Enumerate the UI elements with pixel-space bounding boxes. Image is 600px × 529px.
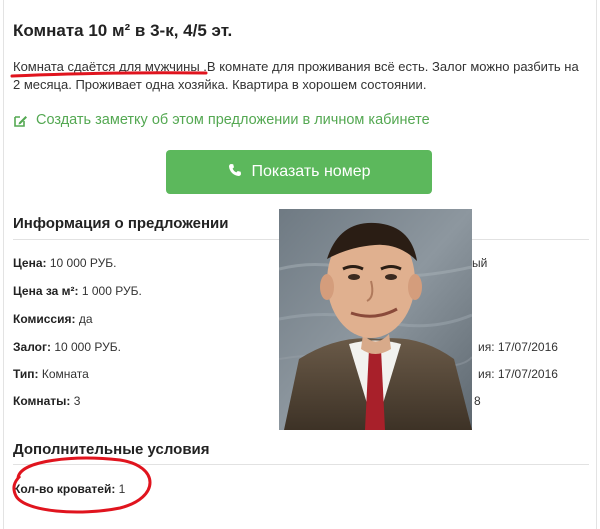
- info-value: 1: [115, 482, 126, 496]
- info-label: Цена за м²:: [13, 284, 79, 298]
- frame-border-left: [3, 0, 4, 529]
- info-row-commission: Комиссия: да: [13, 312, 93, 326]
- listing-title: Комната 10 м² в 3-к, 4/5 эт.: [13, 21, 233, 40]
- info-row-deposit: Залог: 10 000 РУБ.: [13, 340, 121, 354]
- description-highlight: Комната сдаётся для мужчины: [13, 59, 200, 74]
- info-label: Комнаты:: [13, 394, 71, 408]
- info-right-fragment: ия: 17/07/2016: [478, 367, 558, 381]
- info-row-type: Тип: Комната: [13, 367, 89, 381]
- info-row-price-per-m2: Цена за м²: 1 000 РУБ.: [13, 284, 142, 298]
- info-label: Кол-во кроватей:: [13, 482, 116, 496]
- show-phone-label: Показать номер: [251, 163, 371, 180]
- info-label: Залог:: [13, 340, 51, 354]
- info-value: 10 000 РУБ.: [46, 256, 117, 270]
- frame-border-right: [596, 0, 597, 529]
- info-right-fragment: ия: 17/07/2016: [478, 340, 558, 354]
- info-value: 10 000 РУБ.: [50, 340, 121, 354]
- create-note-link[interactable]: Создать заметку об этом предложении в ли…: [13, 112, 430, 128]
- extra-section-title: Дополнительные условия: [13, 441, 210, 458]
- info-label: Тип:: [13, 367, 39, 381]
- info-right-fragment: ый: [472, 256, 488, 270]
- info-right-fragment: 8: [474, 394, 481, 408]
- edit-note-icon: [13, 113, 28, 128]
- info-section-title: Информация о предложении: [13, 215, 229, 232]
- info-label: Цена:: [13, 256, 47, 270]
- info-row-price: Цена: 10 000 РУБ.: [13, 256, 116, 270]
- show-phone-button[interactable]: Показать номер: [166, 150, 432, 194]
- info-value: Комната: [38, 367, 89, 381]
- info-row-beds: Кол-во кроватей: 1: [13, 482, 125, 496]
- info-row-rooms: Комнаты: 3: [13, 394, 80, 408]
- info-value: да: [75, 312, 93, 326]
- overlay-photo: [279, 209, 472, 430]
- create-note-label: Создать заметку об этом предложении в ли…: [36, 112, 430, 128]
- info-value: 1 000 РУБ.: [78, 284, 142, 298]
- info-value: 3: [70, 394, 81, 408]
- info-label: Комиссия:: [13, 312, 76, 326]
- phone-icon: [228, 163, 242, 182]
- listing-description: Комната сдаётся для мужчины .В комнате д…: [13, 58, 588, 94]
- extra-divider: [13, 464, 589, 465]
